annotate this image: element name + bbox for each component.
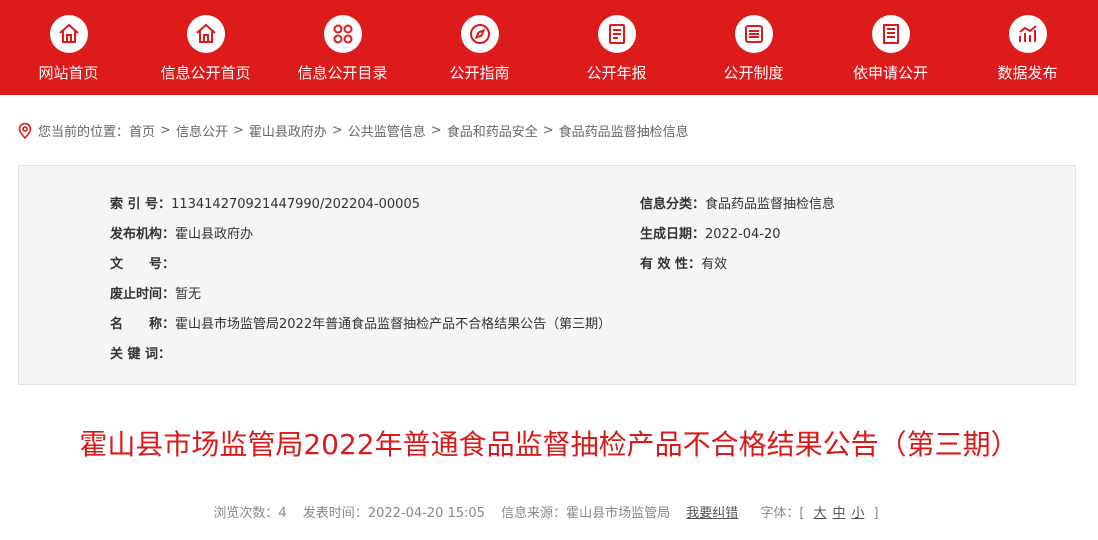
nav-item-info-home[interactable]: 信息公开首页 xyxy=(137,0,274,95)
meta-keywords: 关 键 词： xyxy=(110,343,171,362)
meta-index: 索 引 号：11341427092144799​0/202204-00005 xyxy=(110,193,420,212)
breadcrumb-separator: > xyxy=(160,123,171,138)
meta-validity: 有 效 性：有效 xyxy=(640,253,727,272)
meta-label: 关 键 词： xyxy=(110,347,172,362)
meta-label: 索 引 号： xyxy=(110,197,172,212)
document-icon xyxy=(871,15,910,53)
nav-label: 信息公开首页 xyxy=(160,64,251,82)
meta-label: 文 号： xyxy=(110,257,176,272)
meta-label: 生成日期： xyxy=(640,227,706,242)
meta-name: 名 称：霍山县市场监管局2022年普通食品监督抽检产品不合格结果公告（第三期） xyxy=(110,313,611,332)
nav-label: 信息公开目录 xyxy=(297,64,388,82)
top-navigation: 网站首页 信息公开首页 信息公开目录 公开指南 公开年报 公开制度 依申请公开 … xyxy=(0,0,1098,95)
meta-label: 名 称： xyxy=(110,317,176,332)
metadata-panel: 索 引 号：11341427092144799​0/202204-00005 信… xyxy=(18,165,1076,385)
report-icon xyxy=(597,15,636,53)
home-icon xyxy=(186,15,225,53)
meta-value: 有效 xyxy=(701,257,728,272)
nav-item-guide[interactable]: 公开指南 xyxy=(411,0,548,95)
breadcrumb-item-food-drug[interactable]: 食品和药品安全 xyxy=(447,121,538,140)
font-size-bracket: ] xyxy=(873,506,879,521)
breadcrumb-item-home[interactable]: 首页 xyxy=(129,121,155,140)
breadcrumb-prefix: 您当前的位置： xyxy=(38,125,130,140)
meta-value: 11341427092144799​0/202204-00005 xyxy=(171,197,420,212)
breadcrumb-item-office[interactable]: 霍山县政府办 xyxy=(249,121,327,140)
meta-value: 霍山县市场监管局2022年普通食品监督抽检产品不合格结果公告（第三期） xyxy=(175,317,612,332)
breadcrumb-separator: > xyxy=(542,123,554,138)
meta-expiry: 废止时间：暂无 xyxy=(110,283,201,302)
font-large-button[interactable]: 大 xyxy=(813,506,826,521)
nav-item-info-catalog[interactable]: 信息公开目录 xyxy=(274,0,411,95)
nav-label: 数据发布 xyxy=(997,64,1058,82)
meta-date: 生成日期：2022-04-20 xyxy=(640,223,781,242)
meta-label: 发布机构： xyxy=(110,227,176,242)
breadcrumb-separator: > xyxy=(232,123,244,138)
font-size-label: 字体：[ xyxy=(760,506,805,521)
meta-label: 信息分类： xyxy=(640,197,706,212)
nav-label: 网站首页 xyxy=(38,64,99,82)
meta-value: 食品药品监督抽检信息 xyxy=(705,197,836,212)
meta-publisher: 发布机构：霍山县政府办 xyxy=(110,223,253,242)
nav-item-application[interactable]: 依申请公开 xyxy=(822,0,959,95)
meta-value: 暂无 xyxy=(175,287,202,302)
nav-item-site-home[interactable]: 网站首页 xyxy=(0,0,137,95)
location-pin-icon xyxy=(18,122,32,139)
breadcrumb-separator: > xyxy=(430,123,442,138)
breadcrumb: 您当前的位置： 首页 > 信息公开 > 霍山县政府办 > 公共监管信息 > 食品… xyxy=(18,121,689,140)
font-small-button[interactable]: 小 xyxy=(852,506,865,521)
nav-label: 公开指南 xyxy=(449,64,510,82)
breadcrumb-separator: > xyxy=(331,123,343,138)
font-size-switcher: 字体：[ 大中小] xyxy=(754,506,884,521)
meta-category: 信息分类：食品药品监督抽检信息 xyxy=(640,193,835,212)
report-error-link[interactable]: 我要纠错 xyxy=(686,506,738,521)
breadcrumb-item-inspection[interactable]: 食品药品监督抽检信息 xyxy=(559,121,689,140)
view-count: 浏览次数：4 xyxy=(213,506,287,521)
grid-icon xyxy=(323,15,362,53)
meta-docno: 文 号： xyxy=(110,253,175,272)
meta-label: 废止时间： xyxy=(110,287,176,302)
list-icon xyxy=(734,15,773,53)
meta-value: 2022-04-20 xyxy=(705,227,781,242)
nav-item-data-release[interactable]: 数据发布 xyxy=(959,0,1096,95)
compass-icon xyxy=(460,15,499,53)
chart-icon xyxy=(1008,15,1047,53)
info-source: 信息来源：霍山县市场监管局 xyxy=(501,506,671,521)
nav-label: 公开制度 xyxy=(723,64,784,82)
home-icon xyxy=(49,15,88,53)
publish-time: 发表时间：2022-04-20 15:05 xyxy=(302,506,485,521)
meta-label: 有 效 性： xyxy=(640,257,702,272)
nav-item-annual-report[interactable]: 公开年报 xyxy=(548,0,685,95)
meta-value: 霍山县政府办 xyxy=(175,227,254,242)
font-medium-button[interactable]: 中 xyxy=(833,506,846,521)
article-info-bar: 浏览次数：4 发表时间：2022-04-20 15:05 信息来源：霍山县市场监… xyxy=(0,502,1098,521)
nav-label: 公开年报 xyxy=(586,64,647,82)
nav-item-system[interactable]: 公开制度 xyxy=(685,0,822,95)
article-title: 霍山县市场监管局2022年普通食品监督抽检产品不合格结果公告（第三期） xyxy=(79,428,1019,461)
breadcrumb-item-supervision[interactable]: 公共监管信息 xyxy=(348,121,426,140)
breadcrumb-item-info[interactable]: 信息公开 xyxy=(176,121,228,140)
nav-label: 依申请公开 xyxy=(852,64,928,82)
